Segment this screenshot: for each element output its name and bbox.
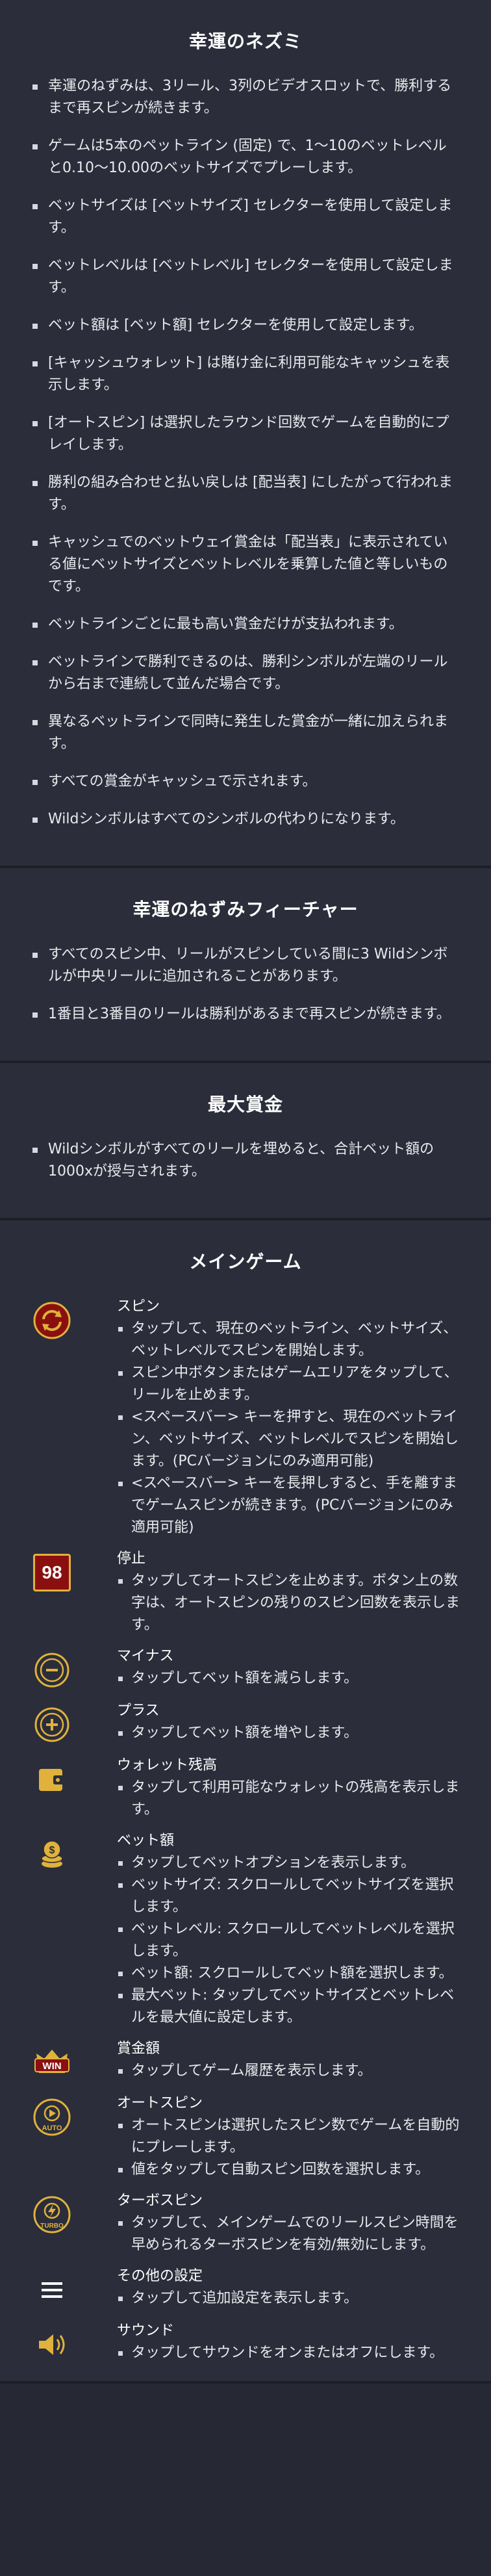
feature-title: プラス	[117, 1703, 160, 1719]
main-game-title: メインゲーム	[189, 1251, 302, 1272]
list-item: ベットサイズ: スクロールしてベットサイズを選択します。	[117, 1874, 460, 1918]
list-item: タップして、メインゲームでのリールスピン時間を早められるターボスピンを有効/無効…	[117, 2212, 460, 2256]
feature-title: ベット額	[117, 1833, 175, 1849]
list-item: タップしてサウンドをオンまたはオフにします。	[117, 2342, 460, 2364]
list-item: ベットレベルは [ベットレベル] セレクターを使用して設定します。	[31, 255, 460, 299]
minus-icon	[31, 1649, 73, 1691]
wallet-feature: ウォレット残高 タップして利用可能なウォレットの残高を表示します。	[31, 1755, 460, 1821]
feature-title: オートスピン	[117, 2095, 203, 2111]
settings-feature: その他の設定 タップして追加設定を表示します。	[31, 2265, 460, 2311]
coins-icon: $	[31, 1834, 73, 1875]
plus-feature: プラス タップしてベット額を増やします。	[31, 1700, 460, 1745]
feature-title: 幸運のねずみフィーチャー	[132, 899, 359, 920]
list-item: 勝利の組み合わせと払い戻しは [配当表] にしたがって行われます。	[31, 472, 460, 516]
list-item: Wildシンボルはすべてのシンボルの代わりになります。	[31, 808, 460, 831]
main-game-section: メインゲーム スピン タップして、現在のベットライン、ベットサイズ、ベットレベル…	[0, 1220, 491, 2384]
list-item: ベット額: スクロールしてベット額を選択します。	[117, 1963, 460, 1985]
sound-icon	[31, 2324, 73, 2365]
list-item: ベットラインで勝利できるのは、勝利シンボルが左端のリールから右まで連続して並んだ…	[31, 651, 460, 695]
list-item: タップしてベット額を減らします。	[117, 1668, 460, 1690]
stop-feature: 98 停止 タップしてオートスピンを止めます。ボタン上の数字は、オートスピンの残…	[31, 1548, 460, 1636]
turbo-icon: TURBO	[31, 2194, 73, 2235]
win-icon-label: WIN	[42, 2061, 61, 2072]
rules-title: 幸運のネズミ	[188, 31, 302, 52]
list-item: すべてのスピン中、リールがスピンしている間に3 Wildシンボルが中央リールに追…	[31, 944, 460, 988]
list-item: タップして追加設定を表示します。	[117, 2287, 460, 2310]
svg-text:$: $	[49, 1845, 55, 1856]
feature-title: 賞金額	[117, 2041, 160, 2057]
list-item: タップして、現在のベットライン、ベットサイズ、ベットレベルでスピンを開始します。	[117, 1318, 460, 1362]
feature-title: ターボスピン	[117, 2193, 203, 2209]
win-icon: WIN	[31, 2042, 73, 2083]
list-item: タップして利用可能なウォレットの残高を表示します。	[117, 1777, 460, 1821]
list-item: 幸運のねずみは、3リール、3列のビデオスロットで、勝利するまで再スピンが続きます…	[31, 75, 460, 120]
feature-title: その他の設定	[117, 2268, 203, 2284]
feature-section: 幸運のねずみフィーチャー すべてのスピン中、リールがスピンしている間に3 Wil…	[0, 868, 491, 1063]
max-win-list: Wildシンボルがすべてのリールを埋めると、合計ベット額の1000xが授与されま…	[31, 1139, 460, 1183]
spin-icon	[31, 1300, 73, 1341]
list-item: ベットラインごとに最も高い賞金だけが支払われます。	[31, 613, 460, 636]
list-item: <スペースバー> キーを長押しすると、手を離すまでゲームスピンが続きます。(PC…	[117, 1473, 460, 1539]
rules-list: 幸運のねずみは、3リール、3列のビデオスロットで、勝利するまで再スピンが続きます…	[31, 75, 460, 831]
list-item: Wildシンボルがすべてのリールを埋めると、合計ベット額の1000xが授与されま…	[31, 1139, 460, 1183]
list-item: ベットレベル: スクロールしてベットレベルを選択します。	[117, 1918, 460, 1963]
list-item: 異なるベットラインで同時に発生した賞金が一緒に加えられます。	[31, 711, 460, 755]
autospin-feature: AUTO オートスピン オートスピンは選択したスピン数でゲームを自動的にプレーし…	[31, 2093, 460, 2181]
minus-feature: マイナス タップしてベット額を減らします。	[31, 1645, 460, 1691]
win-feature: WIN 賞金額 タップしてゲーム履歴を表示します。	[31, 2038, 460, 2083]
feature-title: ウォレット残高	[117, 1757, 218, 1773]
max-win-section: 最大賞金 Wildシンボルがすべてのリールを埋めると、合計ベット額の1000xが…	[0, 1063, 491, 1220]
turbo-feature: TURBO ターボスピン タップして、メインゲームでのリールスピン時間を早められ…	[31, 2190, 460, 2256]
list-item: タップしてベット額を増やします。	[117, 1722, 460, 1744]
list-item: [キャッシュウォレット] は賭け金に利用可能なキャッシュを表示します。	[31, 352, 460, 396]
list-item: スピン中ボタンまたはゲームエリアをタップして、リールを止めます。	[117, 1362, 460, 1406]
list-item: タップしてベットオプションを表示します。	[117, 1852, 460, 1874]
list-item: 1番目と3番目のリールは勝利があるまで再スピンが続きます。	[31, 1003, 460, 1025]
autospin-icon: AUTO	[31, 2096, 73, 2138]
feature-title: スピン	[117, 1298, 160, 1315]
list-item: 最大ベット: タップしてベットサイズとベットレベルを最大値に設定します。	[117, 1985, 460, 2029]
list-item: ベットサイズは [ベットサイズ] セレクターを使用して設定します。	[31, 195, 460, 239]
feature-title: マイナス	[117, 1648, 174, 1664]
rules-section: 幸運のネズミ 幸運のねずみは、3リール、3列のビデオスロットで、勝利するまで再ス…	[0, 0, 491, 868]
bet-amount-feature: $ ベット額 タップしてベットオプションを表示します。 ベットサイズ: スクロー…	[31, 1830, 460, 2029]
max-win-title: 最大賞金	[207, 1094, 283, 1115]
feature-title: 停止	[117, 1551, 146, 1567]
sound-feature: サウンド タップしてサウンドをオンまたはオフにします。	[31, 2320, 460, 2365]
plus-icon	[31, 1704, 73, 1745]
wallet-icon	[31, 1758, 73, 1800]
list-item: ゲームは5本のペットライン (固定) で、1～10のベットレベルと0.10～10…	[31, 135, 460, 179]
turbo-icon-label: TURBO	[40, 2222, 64, 2230]
list-item: ベット額は [ベット額] セレクターを使用して設定します。	[31, 315, 460, 337]
list-item: 値をタップして自動スピン回数を選択します。	[117, 2159, 460, 2181]
stop-icon: 98	[31, 1552, 73, 1593]
list-item: すべての賞金がキャッシュで示されます。	[31, 771, 460, 793]
stop-badge-count: 98	[33, 1554, 71, 1591]
feature-title: サウンド	[117, 2323, 175, 2339]
list-item: キャッシュでのベットウェイ賞金は「配当表」に表示されている値にベットサイズとベッ…	[31, 532, 460, 598]
list-item: [オートスピン] は選択したラウンド回数でゲームを自動的にプレイします。	[31, 412, 460, 456]
list-item: オートスピンは選択したスピン数でゲームを自動的にプレーします。	[117, 2115, 460, 2159]
autospin-icon-label: AUTO	[42, 2124, 62, 2132]
list-item: タップしてゲーム履歴を表示します。	[117, 2060, 460, 2082]
list-item: タップしてオートスピンを止めます。ボタン上の数字は、オートスピンの残りのスピン回…	[117, 1570, 460, 1636]
spin-feature: スピン タップして、現在のベットライン、ベットサイズ、ベットレベルでスピンを開始…	[31, 1296, 460, 1539]
list-item: <スペースバー> キーを押すと、現在のベットライン、ベットサイズ、ベットレベルで…	[117, 1406, 460, 1473]
menu-icon	[31, 2269, 73, 2311]
feature-list: すべてのスピン中、リールがスピンしている間に3 Wildシンボルが中央リールに追…	[31, 944, 460, 1025]
